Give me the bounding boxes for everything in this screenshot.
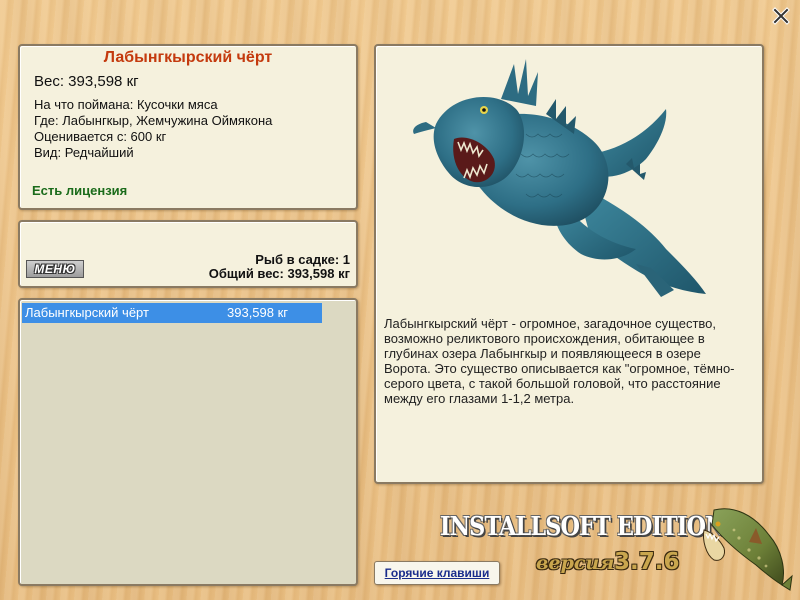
hotkeys-button[interactable]: Горячие клавиши bbox=[374, 561, 500, 585]
fish-valued-from: Оценивается с: 600 кг bbox=[34, 129, 167, 144]
total-weight: Общий вес: 393,598 кг bbox=[208, 266, 350, 281]
menu-button[interactable]: МЕНЮ bbox=[26, 260, 84, 278]
fish-count: Рыб в садке: 1 bbox=[255, 252, 350, 267]
license-status: Есть лицензия bbox=[32, 183, 128, 198]
pike-logo-icon bbox=[703, 508, 793, 591]
creature-illustration bbox=[413, 59, 706, 297]
fish-kind: Вид: Редчайший bbox=[34, 145, 134, 160]
fish-weight: Вес: 393,598 кг bbox=[34, 73, 139, 90]
list-item-weight: 393,598 кг bbox=[227, 305, 289, 320]
fish-info-panel: Лабынгкырский чёрт Вес: 393,598 кг На чт… bbox=[18, 44, 358, 210]
version-label: версия bbox=[536, 552, 615, 574]
version-number: 3.7.6 bbox=[614, 549, 680, 575]
fish-location: Где: Лабынгкыр, Жемчужина Оймякона bbox=[34, 113, 273, 128]
list-item[interactable]: Лабынгкырский чёрт 393,598 кг bbox=[22, 303, 322, 323]
fish-bait: На что поймана: Кусочки мяса bbox=[34, 97, 218, 112]
fish-description: Лабынгкырский чёрт - огромное, загадочно… bbox=[384, 316, 735, 406]
catch-summary-panel: МЕНЮ Рыб в садке: 1 Общий вес: 393,598 к… bbox=[18, 220, 358, 288]
edition-logo: INSTALLSOFT EDITION bbox=[440, 512, 726, 542]
fish-list-panel: Лабынгкырский чёрт 393,598 кг bbox=[18, 298, 358, 586]
close-icon[interactable] bbox=[772, 7, 790, 25]
fish-title: Лабынгкырский чёрт bbox=[103, 49, 273, 66]
list-item-name: Лабынгкырский чёрт bbox=[25, 305, 149, 320]
fish-viewer-panel: Лабынгкырский чёрт - огромное, загадочно… bbox=[374, 44, 764, 484]
